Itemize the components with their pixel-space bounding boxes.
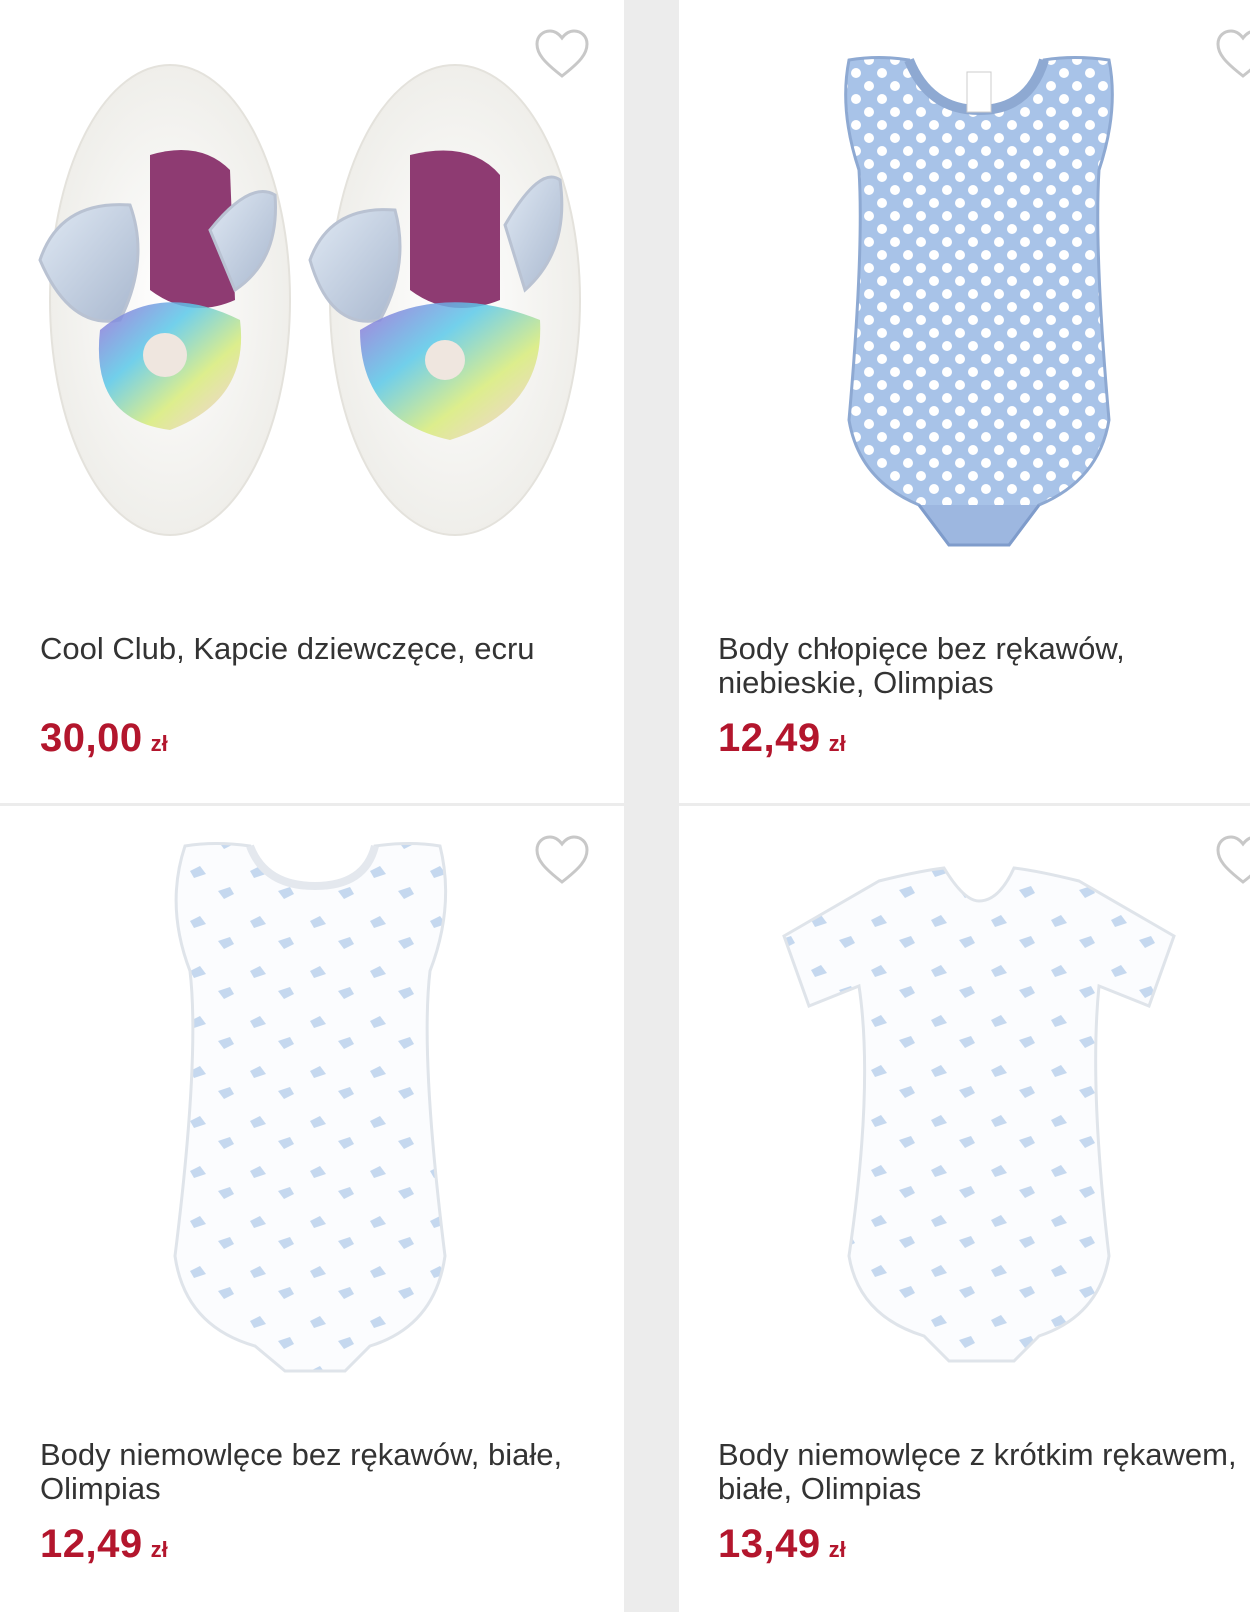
- price-amount: 12,49: [40, 1522, 143, 1566]
- product-card[interactable]: Body niemowlęce bez rękawów, białe, Olim…: [0, 806, 624, 1612]
- price-currency: zł: [828, 1537, 846, 1562]
- price-currency: zł: [828, 731, 846, 756]
- favorite-heart-icon[interactable]: [1215, 834, 1250, 886]
- blue-bodysuit-image: [844, 56, 1114, 547]
- product-title[interactable]: Body niemowlęce z krótkim rękawem, białe…: [718, 1438, 1250, 1506]
- product-title[interactable]: Cool Club, Kapcie dziewczęce, ecru: [40, 632, 580, 666]
- product-grid: Cool Club, Kapcie dziewczęce, ecru 30,00…: [0, 0, 1250, 1612]
- favorite-heart-icon[interactable]: [534, 834, 590, 886]
- white-short-sleeve-bodysuit-image: [782, 866, 1176, 1363]
- product-image-white-short-sleeve-bodysuit[interactable]: [679, 806, 1250, 1406]
- price-amount: 30,00: [40, 716, 143, 760]
- product-card[interactable]: Body niemowlęce z krótkim rękawem, białe…: [679, 806, 1250, 1612]
- product-price: 12,49 zł: [40, 1522, 168, 1567]
- product-title[interactable]: Body chłopięce bez rękawów, niebieskie, …: [718, 632, 1250, 700]
- favorite-heart-icon[interactable]: [1215, 28, 1250, 80]
- product-image-blue-bodysuit[interactable]: [679, 0, 1250, 600]
- price-amount: 13,49: [718, 1522, 821, 1566]
- white-sleeveless-bodysuit-image: [173, 842, 448, 1373]
- price-currency: zł: [150, 731, 168, 756]
- favorite-heart-icon[interactable]: [534, 28, 590, 80]
- product-price: 12,49 zł: [718, 716, 846, 761]
- slippers-image: [38, 64, 581, 536]
- product-card[interactable]: Cool Club, Kapcie dziewczęce, ecru 30,00…: [0, 0, 624, 803]
- product-title[interactable]: Body niemowlęce bez rękawów, białe, Olim…: [40, 1438, 580, 1506]
- product-price: 30,00 zł: [40, 716, 168, 761]
- price-amount: 12,49: [718, 716, 821, 760]
- product-price: 13,49 zł: [718, 1522, 846, 1567]
- product-card[interactable]: Body chłopięce bez rękawów, niebieskie, …: [679, 0, 1250, 803]
- price-currency: zł: [150, 1537, 168, 1562]
- product-image-white-sleeveless-bodysuit[interactable]: [0, 806, 624, 1406]
- product-image-slippers[interactable]: [0, 0, 624, 600]
